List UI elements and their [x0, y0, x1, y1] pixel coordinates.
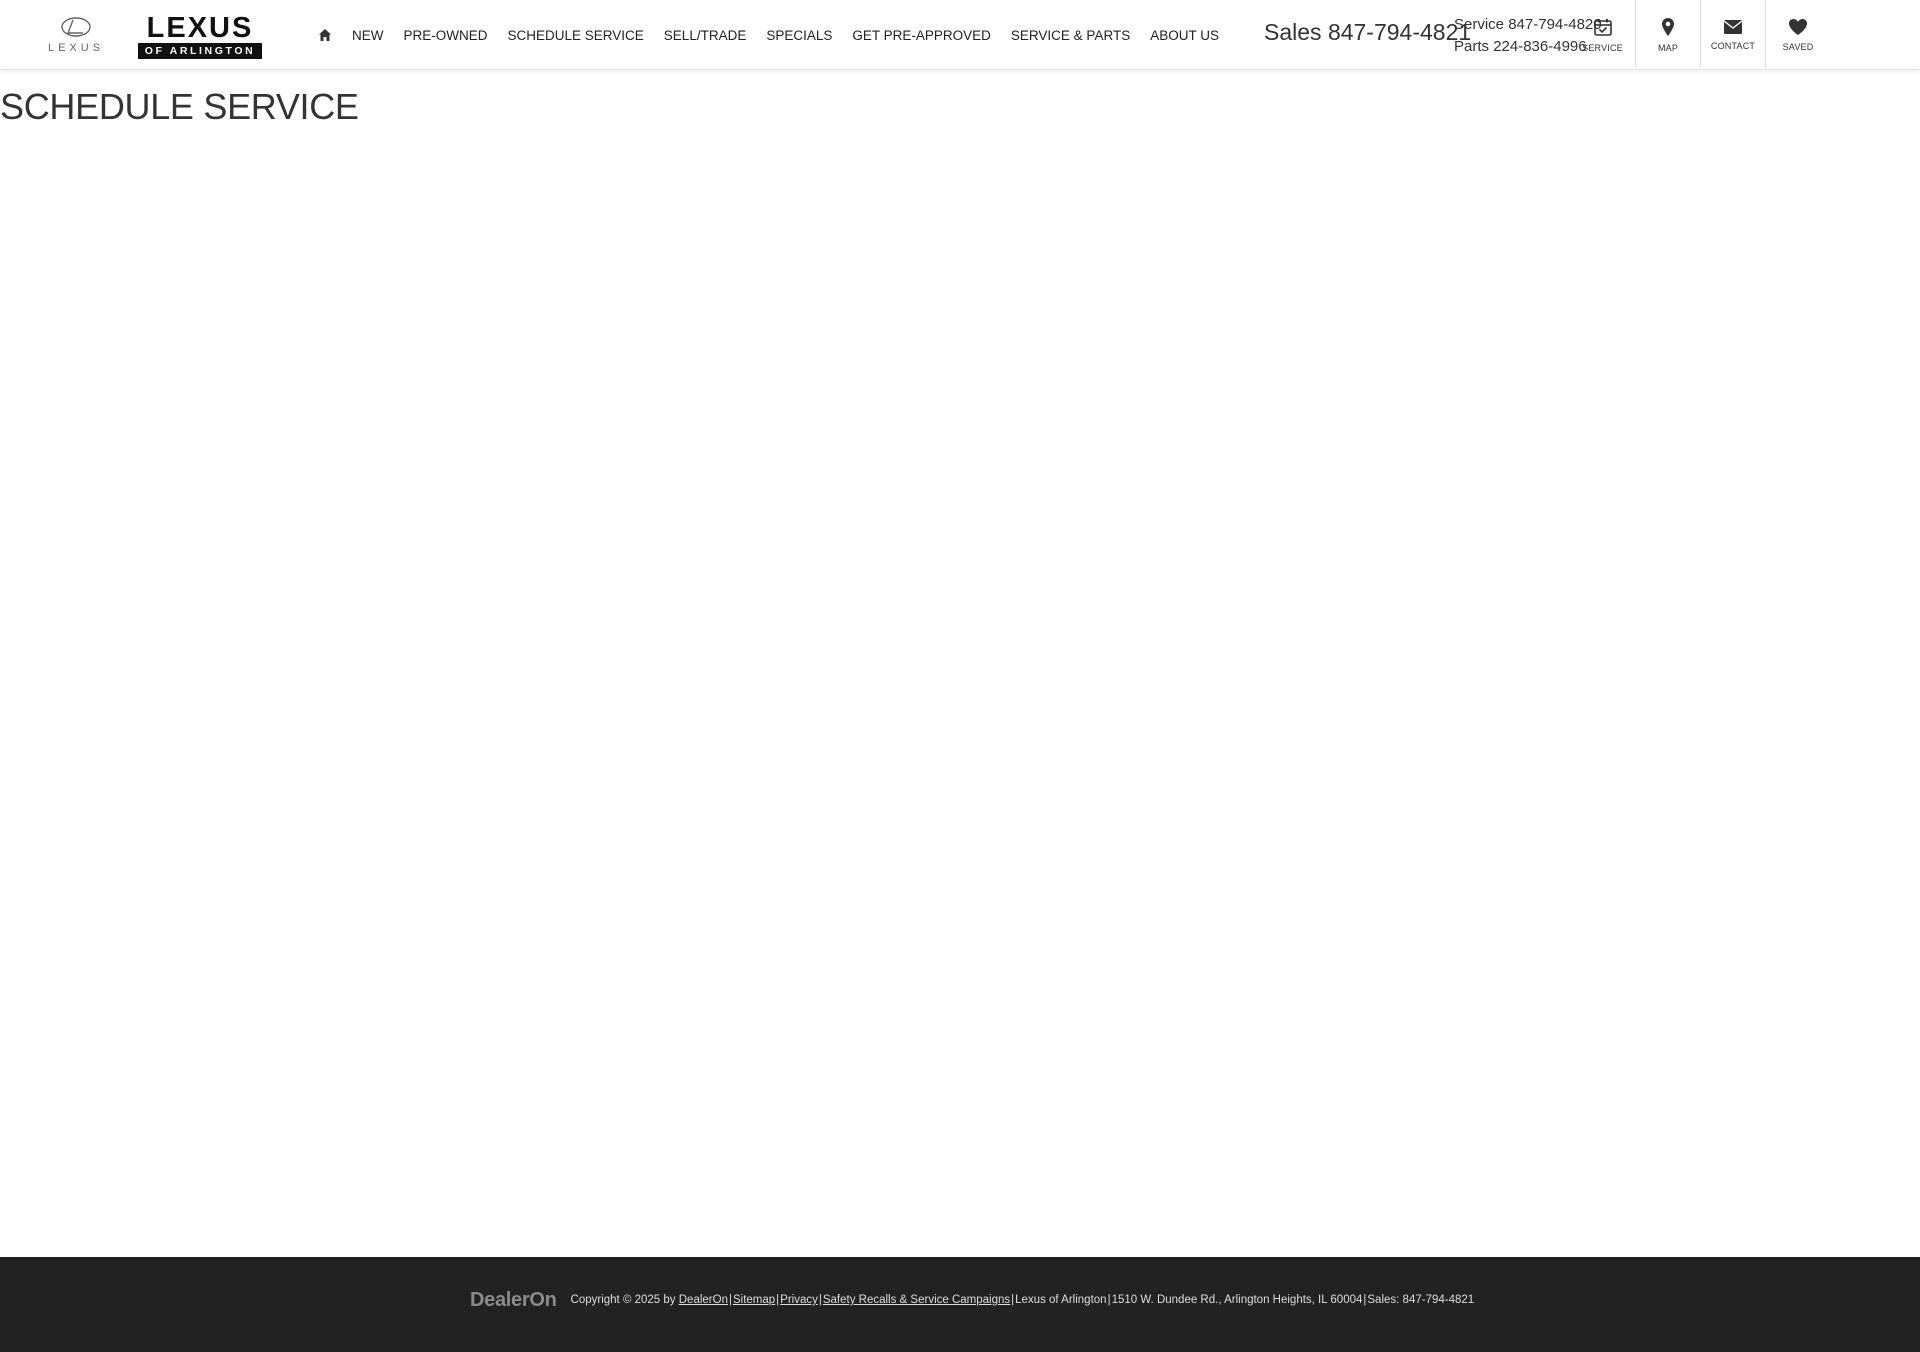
divider: |: [1107, 1294, 1111, 1306]
dealer-logo[interactable]: LEXUS OF ARLINGTON: [138, 12, 262, 59]
nav-new[interactable]: NEW: [352, 28, 384, 43]
footer-copyright: Copyright © 2025 by DealerOn|Sitemap|Pri…: [571, 1294, 1475, 1306]
footer-link-safety-recalls[interactable]: Safety Recalls & Service Campaigns: [823, 1294, 1010, 1306]
service-phone-label: Service: [1454, 16, 1505, 33]
map-marker-icon: [1662, 18, 1674, 36]
map-button[interactable]: MAP: [1635, 0, 1700, 70]
saved-button-label: SAVED: [1782, 42, 1814, 52]
lexus-emblem-icon: LEXUS: [48, 17, 104, 54]
home-icon[interactable]: [318, 28, 332, 42]
divider: |: [728, 1294, 732, 1306]
calendar-check-icon: [1593, 19, 1612, 36]
service-button-label: SERVICE: [1582, 43, 1623, 53]
lexus-brand-logo[interactable]: LEXUS: [36, 16, 116, 54]
map-button-label: MAP: [1657, 43, 1679, 53]
utility-bar: SERVICE MAP CONTACT SAVED: [1570, 0, 1830, 70]
footer-dealer-name: Lexus of Arlington: [1015, 1294, 1107, 1306]
site-header: LEXUS LEXUS OF ARLINGTON NEW PRE-OWNED S…: [0, 0, 1920, 70]
dealer-logo-subtitle: OF ARLINGTON: [138, 43, 262, 59]
site-footer: DealerOn Copyright © 2025 by DealerOn|Si…: [0, 1257, 1920, 1352]
divider: |: [818, 1294, 822, 1306]
sales-number[interactable]: 847-794-4821: [1328, 19, 1471, 45]
sales-phone[interactable]: Sales 847-794-4821: [1264, 19, 1471, 46]
divider: |: [776, 1294, 780, 1306]
footer-content: DealerOn Copyright © 2025 by DealerOn|Si…: [470, 1288, 1474, 1312]
footer-address: 1510 W. Dundee Rd., Arlington Heights, I…: [1111, 1294, 1363, 1306]
svg-text:LEXUS: LEXUS: [48, 42, 104, 54]
divider: |: [1363, 1294, 1367, 1306]
parts-phone-label: Parts: [1454, 38, 1490, 55]
contact-button[interactable]: CONTACT: [1700, 0, 1765, 70]
sales-label: Sales: [1264, 19, 1322, 45]
contact-button-label: CONTACT: [1710, 41, 1756, 51]
page-title: SCHEDULE SERVICE: [0, 86, 359, 127]
nav-pre-owned[interactable]: PRE-OWNED: [404, 28, 488, 43]
dealer-logo-word: LEXUS: [146, 12, 254, 44]
main-nav: NEW PRE-OWNED SCHEDULE SERVICE SELL/TRAD…: [318, 0, 1239, 70]
nav-service-parts[interactable]: SERVICE & PARTS: [1011, 28, 1130, 43]
nav-specials[interactable]: SPECIALS: [766, 28, 832, 43]
footer-link-dealeron[interactable]: DealerOn: [679, 1294, 728, 1306]
footer-link-sitemap[interactable]: Sitemap: [733, 1294, 775, 1306]
dealeron-logo[interactable]: DealerOn: [470, 1289, 557, 1312]
service-button[interactable]: SERVICE: [1570, 0, 1635, 70]
heart-icon: [1789, 19, 1807, 35]
footer-sales-phone: Sales: 847-794-4821: [1367, 1294, 1475, 1306]
nav-about-us[interactable]: ABOUT US: [1150, 28, 1219, 43]
footer-link-privacy[interactable]: Privacy: [780, 1294, 818, 1306]
nav-sell-trade[interactable]: SELL/TRADE: [664, 28, 747, 43]
divider: |: [1011, 1294, 1015, 1306]
saved-button[interactable]: SAVED: [1765, 0, 1830, 70]
nav-schedule-service[interactable]: SCHEDULE SERVICE: [508, 28, 644, 43]
copyright-text: Copyright © 2025 by: [570, 1294, 676, 1306]
envelope-icon: [1723, 20, 1743, 34]
nav-get-pre-approved[interactable]: GET PRE-APPROVED: [852, 28, 991, 43]
